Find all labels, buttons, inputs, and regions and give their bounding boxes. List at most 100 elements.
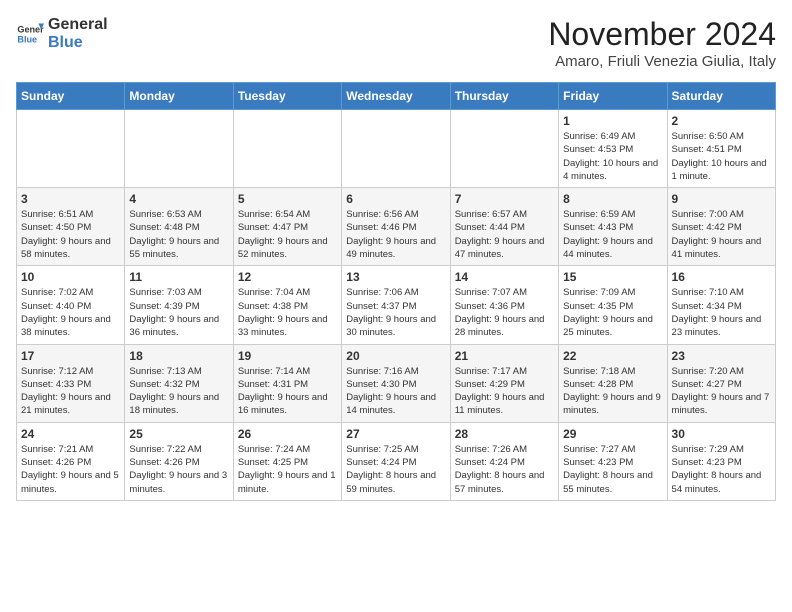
calendar-day-22: 22Sunrise: 7:18 AM Sunset: 4:28 PM Dayli… [559, 344, 667, 422]
day-number: 3 [21, 192, 120, 206]
logo-blue-text: Blue [48, 34, 108, 52]
calendar-day-28: 28 Sunrise: 7:26 AM Sunset: 4:24 PM Dayli… [450, 422, 558, 500]
day-number: 29 [563, 427, 662, 441]
day-number: 11 [129, 270, 228, 284]
day-number: 13 [346, 270, 445, 284]
weekday-header-monday: Monday [125, 83, 233, 110]
empty-cell [342, 110, 450, 188]
day-info: Sunrise: 7:16 AM Sunset: 4:30 PM Dayligh… [346, 365, 445, 418]
day-number: 9 [672, 192, 771, 206]
day-info: Sunrise: 7:09 AM Sunset: 4:35 PM Dayligh… [563, 286, 662, 339]
day-info: Sunrise: 7:18 AM Sunset: 4:28 PM Dayligh… [563, 365, 662, 418]
svg-text:Blue: Blue [17, 34, 37, 44]
day-number: 10 [21, 270, 120, 284]
day-info: Sunrise: 7:12 AM Sunset: 4:33 PM Dayligh… [21, 365, 120, 418]
day-number: 8 [563, 192, 662, 206]
calendar-day-1: 1 Sunrise: 6:49 AM Sunset: 4:53 PM Daylig… [559, 110, 667, 188]
day-info: Sunrise: 6:56 AM Sunset: 4:46 PM Dayligh… [346, 208, 445, 261]
calendar-day-29: 29 Sunrise: 7:27 AM Sunset: 4:23 PM Dayli… [559, 422, 667, 500]
calendar-day-13: 13Sunrise: 7:06 AM Sunset: 4:37 PM Dayli… [342, 266, 450, 344]
day-number: 7 [455, 192, 554, 206]
weekday-header-row: SundayMondayTuesdayWednesdayThursdayFrid… [17, 83, 776, 110]
calendar-day-6: 6 Sunrise: 6:56 AM Sunset: 4:46 PM Daylig… [342, 188, 450, 266]
calendar-header: SundayMondayTuesdayWednesdayThursdayFrid… [17, 83, 776, 110]
day-number: 17 [21, 349, 120, 363]
day-number: 23 [672, 349, 771, 363]
day-number: 4 [129, 192, 228, 206]
calendar-day-23: 23 Sunrise: 7:20 AM Sunset: 4:27 PM Dayli… [667, 344, 775, 422]
day-info: Sunrise: 7:03 AM Sunset: 4:39 PM Dayligh… [129, 286, 228, 339]
day-info: Sunrise: 7:10 AM Sunset: 4:34 PM Dayligh… [672, 286, 771, 339]
calendar-day-12: 12 Sunrise: 7:04 AM Sunset: 4:38 PM Dayli… [233, 266, 341, 344]
day-number: 21 [455, 349, 554, 363]
day-info: Sunrise: 7:00 AM Sunset: 4:42 PM Dayligh… [672, 208, 771, 261]
calendar-body: 1 Sunrise: 6:49 AM Sunset: 4:53 PM Daylig… [17, 110, 776, 501]
day-number: 14 [455, 270, 554, 284]
day-number: 25 [129, 427, 228, 441]
weekday-header-tuesday: Tuesday [233, 83, 341, 110]
day-number: 24 [21, 427, 120, 441]
calendar-day-5: 5 Sunrise: 6:54 AM Sunset: 4:47 PM Daylig… [233, 188, 341, 266]
day-info: Sunrise: 7:24 AM Sunset: 4:25 PM Dayligh… [238, 443, 337, 496]
calendar-week-row: 24 Sunrise: 7:21 AM Sunset: 4:26 PM Dayli… [17, 422, 776, 500]
day-info: Sunrise: 6:54 AM Sunset: 4:47 PM Dayligh… [238, 208, 337, 261]
calendar-week-row: 10 Sunrise: 7:02 AM Sunset: 4:40 PM Dayli… [17, 266, 776, 344]
calendar-day-20: 20 Sunrise: 7:16 AM Sunset: 4:30 PM Dayli… [342, 344, 450, 422]
empty-cell [450, 110, 558, 188]
calendar-day-9: 9 Sunrise: 7:00 AM Sunset: 4:42 PM Daylig… [667, 188, 775, 266]
day-info: Sunrise: 7:17 AM Sunset: 4:29 PM Dayligh… [455, 365, 554, 418]
calendar-day-8: 8 Sunrise: 6:59 AM Sunset: 4:43 PM Daylig… [559, 188, 667, 266]
weekday-header-saturday: Saturday [667, 83, 775, 110]
calendar-day-19: 19Sunrise: 7:14 AM Sunset: 4:31 PM Dayli… [233, 344, 341, 422]
day-info: Sunrise: 6:59 AM Sunset: 4:43 PM Dayligh… [563, 208, 662, 261]
day-number: 30 [672, 427, 771, 441]
calendar-day-15: 15Sunrise: 7:09 AM Sunset: 4:35 PM Dayli… [559, 266, 667, 344]
day-number: 6 [346, 192, 445, 206]
calendar-day-16: 16 Sunrise: 7:10 AM Sunset: 4:34 PM Dayli… [667, 266, 775, 344]
day-info: Sunrise: 7:07 AM Sunset: 4:36 PM Dayligh… [455, 286, 554, 339]
month-year-title: November 2024 [548, 16, 776, 53]
day-info: Sunrise: 7:14 AM Sunset: 4:31 PM Dayligh… [238, 365, 337, 418]
day-info: Sunrise: 6:49 AM Sunset: 4:53 PM Dayligh… [563, 130, 662, 183]
calendar-day-14: 14 Sunrise: 7:07 AM Sunset: 4:36 PM Dayli… [450, 266, 558, 344]
calendar-week-row: 3 Sunrise: 6:51 AM Sunset: 4:50 PM Daylig… [17, 188, 776, 266]
calendar-day-21: 21 Sunrise: 7:17 AM Sunset: 4:29 PM Dayli… [450, 344, 558, 422]
calendar-day-27: 27 Sunrise: 7:25 AM Sunset: 4:24 PM Dayli… [342, 422, 450, 500]
day-info: Sunrise: 7:02 AM Sunset: 4:40 PM Dayligh… [21, 286, 120, 339]
day-info: Sunrise: 6:50 AM Sunset: 4:51 PM Dayligh… [672, 130, 771, 183]
logo-general-text: General [48, 16, 108, 34]
day-info: Sunrise: 7:13 AM Sunset: 4:32 PM Dayligh… [129, 365, 228, 418]
calendar-day-3: 3 Sunrise: 6:51 AM Sunset: 4:50 PM Daylig… [17, 188, 125, 266]
day-info: Sunrise: 7:26 AM Sunset: 4:24 PM Dayligh… [455, 443, 554, 496]
day-number: 16 [672, 270, 771, 284]
day-number: 12 [238, 270, 337, 284]
day-info: Sunrise: 6:57 AM Sunset: 4:44 PM Dayligh… [455, 208, 554, 261]
calendar-day-30: 30Sunrise: 7:29 AM Sunset: 4:23 PM Dayli… [667, 422, 775, 500]
weekday-header-friday: Friday [559, 83, 667, 110]
page-header: General Blue General Blue November 2024 … [16, 16, 776, 70]
day-number: 1 [563, 114, 662, 128]
day-info: Sunrise: 7:21 AM Sunset: 4:26 PM Dayligh… [21, 443, 120, 496]
calendar-day-4: 4Sunrise: 6:53 AM Sunset: 4:48 PM Daylig… [125, 188, 233, 266]
day-number: 27 [346, 427, 445, 441]
day-info: Sunrise: 7:27 AM Sunset: 4:23 PM Dayligh… [563, 443, 662, 496]
day-number: 20 [346, 349, 445, 363]
calendar-week-row: 1 Sunrise: 6:49 AM Sunset: 4:53 PM Daylig… [17, 110, 776, 188]
day-number: 28 [455, 427, 554, 441]
calendar-day-7: 7 Sunrise: 6:57 AM Sunset: 4:44 PM Daylig… [450, 188, 558, 266]
day-info: Sunrise: 6:51 AM Sunset: 4:50 PM Dayligh… [21, 208, 120, 261]
day-info: Sunrise: 7:20 AM Sunset: 4:27 PM Dayligh… [672, 365, 771, 418]
calendar-day-2: 2Sunrise: 6:50 AM Sunset: 4:51 PM Daylig… [667, 110, 775, 188]
calendar-day-17: 17 Sunrise: 7:12 AM Sunset: 4:33 PM Dayli… [17, 344, 125, 422]
day-info: Sunrise: 7:25 AM Sunset: 4:24 PM Dayligh… [346, 443, 445, 496]
weekday-header-thursday: Thursday [450, 83, 558, 110]
calendar-week-row: 17 Sunrise: 7:12 AM Sunset: 4:33 PM Dayli… [17, 344, 776, 422]
calendar-day-26: 26 Sunrise: 7:24 AM Sunset: 4:25 PM Dayli… [233, 422, 341, 500]
calendar-day-11: 11 Sunrise: 7:03 AM Sunset: 4:39 PM Dayli… [125, 266, 233, 344]
day-number: 5 [238, 192, 337, 206]
weekday-header-sunday: Sunday [17, 83, 125, 110]
day-info: Sunrise: 7:22 AM Sunset: 4:26 PM Dayligh… [129, 443, 228, 496]
weekday-header-wednesday: Wednesday [342, 83, 450, 110]
day-info: Sunrise: 7:04 AM Sunset: 4:38 PM Dayligh… [238, 286, 337, 339]
day-number: 26 [238, 427, 337, 441]
